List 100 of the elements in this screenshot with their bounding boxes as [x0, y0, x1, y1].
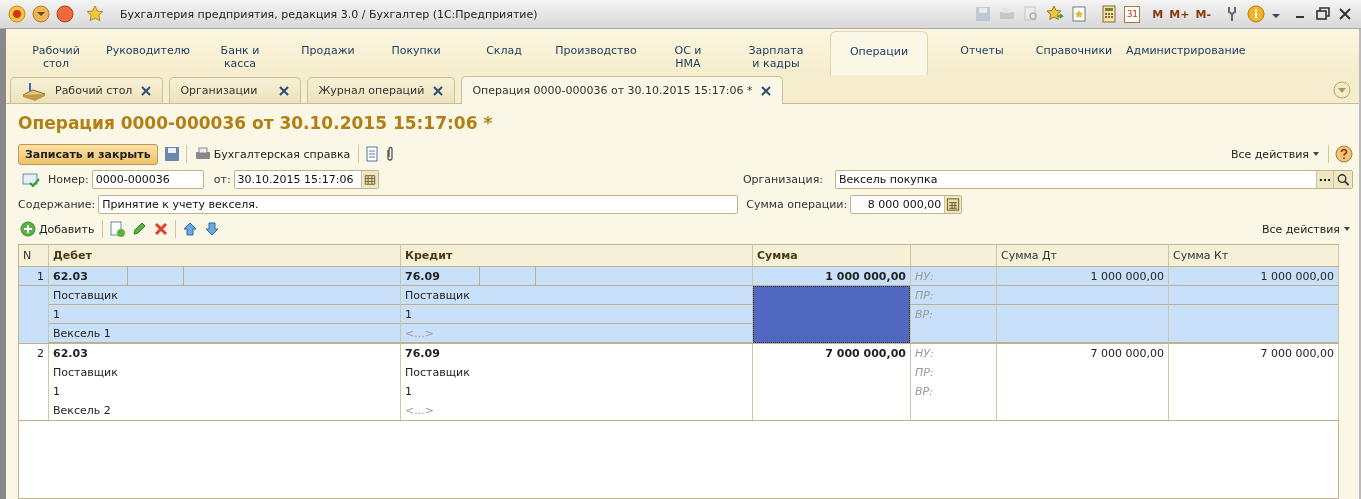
window-title: Бухгалтерия предприятия, редакция 3.0 / Бухгалтер (1С:Предприятие): [120, 7, 538, 21]
content-field[interactable]: Принятие к учету векселя.: [98, 195, 739, 214]
subconto-cell: Поставщик: [49, 286, 400, 305]
record-icon[interactable]: [56, 5, 74, 23]
close-icon[interactable]: [432, 84, 445, 97]
close-icon[interactable]: [140, 84, 153, 97]
copy-add-icon[interactable]: [109, 221, 126, 237]
amount-cell-text: 7 000 000,00: [1089, 346, 1165, 362]
operation-sum-label: Сумма операции:: [746, 198, 848, 211]
account-cell-text: 76.09: [405, 346, 441, 362]
plus-icon: [20, 221, 36, 237]
all-actions-button[interactable]: Все действия: [1228, 147, 1322, 161]
up-arrow-icon[interactable]: [182, 221, 199, 237]
amount-cell: 1 000 000,00: [997, 267, 1168, 286]
account-cell-text: 76.09: [405, 268, 441, 285]
tab-label: Организации: [180, 84, 259, 97]
table-row[interactable]: 1 62.03 Поставщик 1 Вексель 1 76.09 Поставщик 1 <...> 1 000 000,00 НУ: ПР: ВР: 1 000 000,00 1 000 000,00: [19, 267, 1338, 344]
subconto-cell-text: 1: [404, 384, 413, 400]
column-header: N: [19, 245, 49, 266]
restore-icon[interactable]: [1315, 5, 1331, 23]
accounting-type-label: ВР:: [914, 384, 934, 400]
document-tab[interactable]: Организации: [169, 77, 302, 103]
amount-cell-text: 7 000 000,00: [1259, 346, 1335, 362]
organization-label: Организация:: [742, 173, 823, 186]
calendar-icon[interactable]: 31: [1124, 5, 1141, 23]
section-tab[interactable]: Продажи: [284, 29, 372, 75]
document-tab[interactable]: Журнал операций: [307, 77, 456, 103]
section-tab[interactable]: Операции: [830, 31, 928, 75]
row-number: 1: [19, 267, 48, 286]
row-number: 2: [36, 346, 45, 362]
report-button[interactable]: Бухгалтерская справка: [192, 147, 353, 161]
section-tab[interactable]: Руководителю: [100, 29, 196, 75]
memory-button[interactable]: M: [1152, 7, 1164, 21]
memory-button[interactable]: M-: [1195, 7, 1211, 21]
subconto-cell-text: Поставщик: [404, 365, 471, 381]
account-cell-text: 62.03: [53, 268, 89, 285]
down-arrow-icon[interactable]: [204, 221, 221, 237]
date-field[interactable]: 30.10.2015 15:17:06: [233, 170, 379, 189]
tab-label: Рабочий стол: [55, 84, 133, 97]
save-icon[interactable]: [163, 146, 180, 162]
current-cell[interactable]: [753, 286, 910, 343]
subconto-cell-text: <...>: [404, 403, 435, 419]
close-icon[interactable]: [278, 84, 291, 97]
subconto-cell: Поставщик: [401, 286, 752, 305]
section-tab[interactable]: Справочники: [1026, 29, 1122, 75]
delete-icon[interactable]: [153, 221, 170, 237]
all-actions-button[interactable]: Все действия: [1259, 222, 1353, 236]
number-label: Номер:: [48, 173, 89, 186]
section-tab[interactable]: Отчеты: [938, 29, 1026, 75]
section-tab[interactable]: Склад: [460, 29, 548, 75]
form-title: Операция 0000-000036 от 30.10.2015 15:17:06 *: [18, 112, 494, 135]
account-cell-text: 62.03: [53, 346, 89, 362]
operation-sum-field[interactable]: 8 000 000,00: [850, 195, 963, 214]
accounting-type-label: ПР:: [911, 286, 996, 305]
document-tab[interactable]: Рабочий стол: [10, 77, 164, 103]
amount-cell: 1 000 000,00: [1169, 267, 1338, 286]
favorite-star-icon[interactable]: [1046, 5, 1065, 23]
accounting-type-label: ВР:: [911, 305, 996, 343]
subconto-cell-text: Вексель 2: [52, 403, 112, 419]
desk-icon: [21, 80, 47, 101]
caret-icon: [1343, 226, 1351, 232]
pencil-icon[interactable]: [131, 221, 148, 237]
close-icon[interactable]: [760, 84, 773, 97]
section-tab[interactable]: Зарплата и кадры: [732, 29, 820, 75]
calculator-icon[interactable]: [1100, 5, 1119, 23]
subconto-cell: 1: [49, 305, 400, 324]
menu-icon[interactable]: [32, 5, 50, 23]
section-tab[interactable]: Администрирование: [1122, 29, 1250, 75]
number-field[interactable]: 0000-000036: [91, 170, 204, 189]
save-close-button[interactable]: Записать и закрыть: [18, 143, 158, 165]
section-tab[interactable]: ОС и НМА: [644, 29, 732, 75]
paperclip-icon[interactable]: [385, 146, 396, 162]
column-header: Кредит: [401, 245, 753, 266]
app-logo-icon[interactable]: [8, 5, 26, 23]
document-tab[interactable]: Операция 0000-000036 от 30.10.2015 15:17:06 *: [461, 76, 784, 104]
section-tab[interactable]: Рабочий стол: [12, 29, 100, 75]
accounting-type-label: НУ:: [914, 346, 935, 362]
calculator-icon[interactable]: [944, 196, 962, 213]
info-icon[interactable]: [1247, 5, 1265, 23]
subconto-cell: 1: [401, 305, 752, 324]
add-button[interactable]: Добавить: [18, 221, 97, 237]
column-header: Дебет: [49, 245, 401, 266]
help-icon[interactable]: [1335, 145, 1353, 163]
printer-icon: [194, 147, 211, 161]
choice-button[interactable]: ...: [1316, 171, 1333, 188]
star-icon[interactable]: [86, 5, 104, 23]
caret-icon: [1312, 151, 1320, 157]
section-tab[interactable]: Банк и касса: [196, 29, 284, 75]
calendar-icon[interactable]: [360, 171, 378, 188]
section-tab[interactable]: Покупки: [372, 29, 460, 75]
accounting-type-label: ПР:: [914, 365, 935, 381]
memory-button[interactable]: M+: [1169, 7, 1190, 21]
subconto-cell-text: Поставщик: [52, 365, 119, 381]
table-row[interactable]: 2 62.03 Поставщик 1 Вексель 2 76.09 Поставщик 1 <...> 7 000 000,00 НУ: ПР: ВР: 7 000 000,00 7 000 000,00: [19, 344, 1338, 421]
section-tab[interactable]: Производство: [548, 29, 644, 75]
column-header: Сумма Дт: [997, 245, 1169, 266]
organization-field[interactable]: Вексель покупка ...: [835, 170, 1353, 189]
tab-label: Операция 0000-000036 от 30.10.2015 15:17:06 *: [472, 84, 753, 97]
column-header: Сумма: [753, 245, 911, 266]
search-icon[interactable]: [1333, 171, 1352, 188]
